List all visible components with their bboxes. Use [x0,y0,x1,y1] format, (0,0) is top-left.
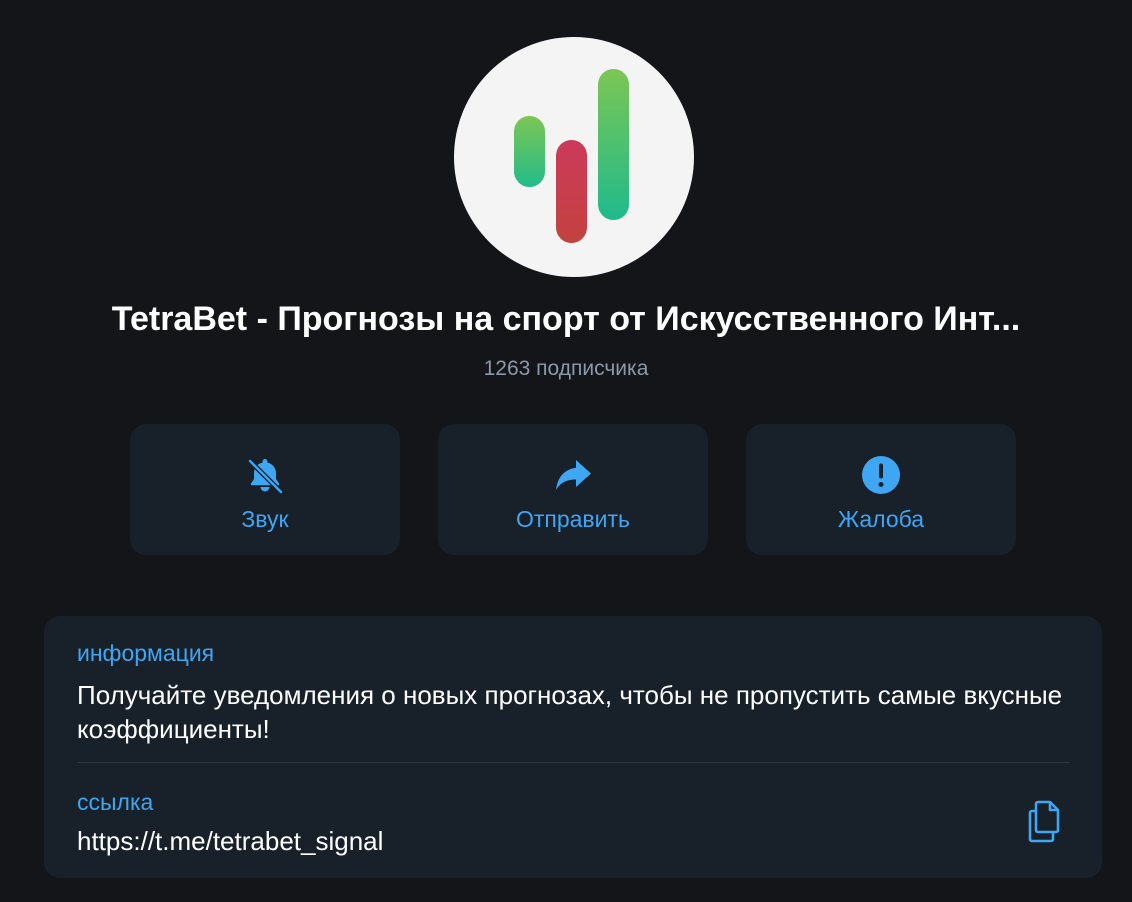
copy-link-button[interactable] [1027,798,1067,844]
bars-chart-logo-icon [514,69,629,243]
sound-button[interactable]: Звук [130,424,400,555]
channel-info-page: TetraBet - Прогнозы на спорт от Искусств… [0,0,1132,902]
subscriber-count: 1263 подписчика [483,357,649,380]
exclamation-circle-icon [862,456,900,494]
bell-slash-icon [247,458,284,495]
report-button[interactable]: Жалоба [746,424,1016,555]
link-label: ссылка [77,789,154,815]
channel-link[interactable]: https://t.me/tetrabet_signal [77,824,383,858]
channel-title: TetraBet - Прогнозы на спорт от Искусств… [111,300,1021,338]
copy-icon [1028,800,1060,843]
report-button-label: Жалоба [837,506,925,532]
description-text: Получайте уведомления о новых прогнозах,… [77,680,1063,744]
description-label: информация [77,640,215,666]
share-button-label: Отправить [515,506,631,532]
info-card: информация Получайте уведомления о новых… [44,616,1102,878]
divider [77,762,1070,763]
share-button[interactable]: Отправить [438,424,708,555]
channel-avatar[interactable] [454,37,694,277]
share-arrow-icon [556,460,591,490]
sound-button-label: Звук [241,506,289,532]
